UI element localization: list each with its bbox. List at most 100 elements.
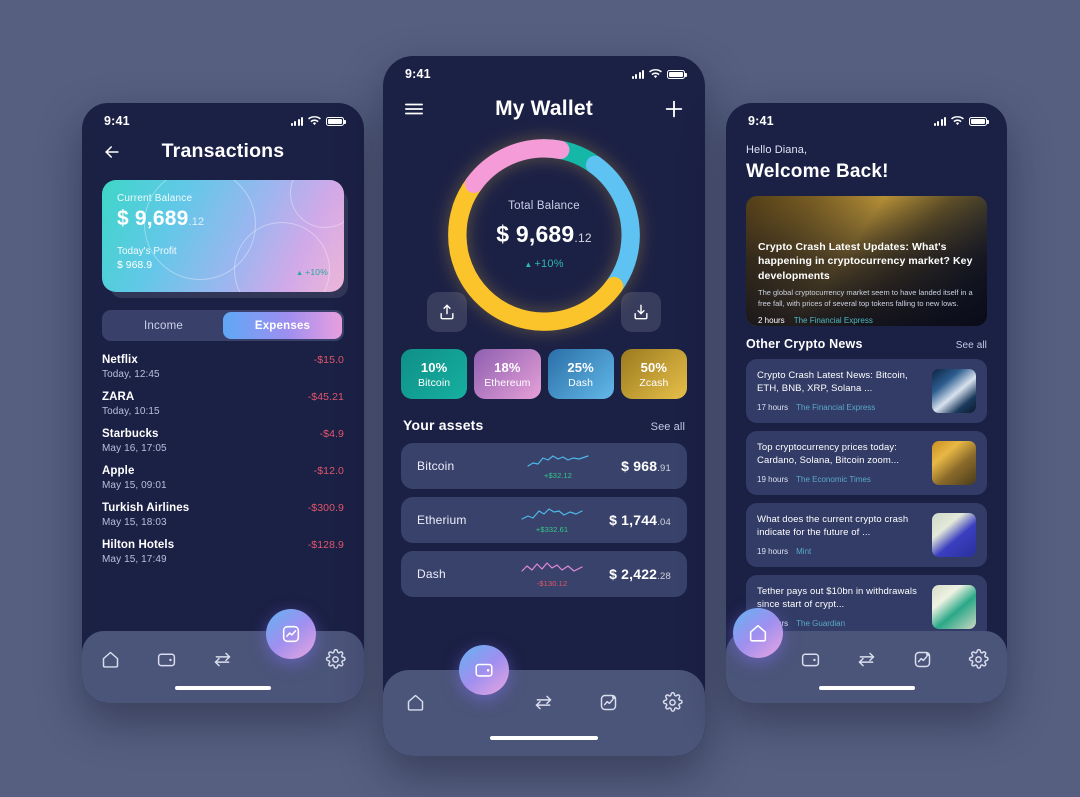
current-balance-card[interactable]: Current Balance $ 9,689.12 Today's Profi… [102, 180, 344, 292]
news-list: Crypto Crash Latest News: Bitcoin, ETH, … [726, 359, 1007, 639]
list-item[interactable]: What does the current crypto crash indic… [746, 503, 987, 567]
nav-item-swap[interactable] [849, 647, 883, 671]
total-balance-cents: .12 [574, 231, 592, 245]
transaction-amount: -$128.9 [307, 539, 344, 551]
table-row[interactable]: Turkish Airlines May 15, 18:03 -$300.9 [102, 502, 344, 528]
income-expenses-toggle[interactable]: Income Expenses [102, 310, 344, 341]
news-thumbnail [932, 513, 976, 557]
receive-icon [634, 304, 648, 320]
asset-sparkline: +$32.12 [495, 452, 621, 480]
home-indicator [175, 686, 271, 690]
status-bar: 9:41 [82, 103, 364, 132]
transaction-date: Today, 10:15 [102, 406, 160, 417]
transaction-name: Starbucks [102, 428, 159, 440]
chip-dash[interactable]: 25% Dash [547, 349, 614, 399]
list-item[interactable]: Dash -$130.12 $ 2,422.28 [401, 551, 687, 597]
news-meta: 19 hours Mint [757, 547, 923, 556]
table-row[interactable]: Starbucks May 16, 17:05 -$4.9 [102, 428, 344, 454]
donut-center-label: Total Balance $ 9,689.12 ▲ +10% [444, 135, 644, 335]
chart-icon [914, 651, 931, 667]
table-row[interactable]: Netflix Today, 12:45 -$15.0 [102, 354, 344, 380]
home-indicator [490, 736, 598, 740]
fab-chart[interactable] [266, 609, 316, 659]
list-item[interactable]: Bitcoin +$32.12 $ 968.91 [401, 443, 687, 489]
nav-item-settings[interactable] [656, 690, 690, 714]
list-item[interactable]: Crypto Crash Latest News: Bitcoin, ETH, … [746, 359, 987, 423]
chip-pct: 50% [640, 359, 668, 375]
nav-item-chart[interactable] [906, 647, 940, 671]
settings-icon [663, 691, 683, 712]
asset-delta: -$130.12 [536, 579, 568, 588]
toggle-income[interactable]: Income [104, 312, 223, 339]
table-row[interactable]: Hilton Hotels May 15, 17:49 -$128.9 [102, 539, 344, 565]
nav-item-settings[interactable] [962, 647, 996, 671]
assets-title: Your assets [403, 417, 484, 433]
wifi-icon [951, 116, 964, 126]
news-title: Crypto Crash Latest News: Bitcoin, ETH, … [757, 370, 908, 395]
nav-item-wallet[interactable] [150, 647, 184, 671]
bottom-nav [726, 608, 1007, 703]
chip-name: Zcash [639, 376, 669, 389]
transaction-amount: -$300.9 [307, 502, 344, 514]
transactions-phone: 9:41 Transactions Current Balance $ 9,68… [82, 103, 364, 703]
greeting-welcome: Welcome Back! [746, 161, 889, 182]
wallet-icon [801, 653, 819, 666]
news-thumbnail [932, 441, 976, 485]
list-item[interactable]: Etherium +$332.61 $ 1,744.04 [401, 497, 687, 543]
featured-news-source: The Financial Express [793, 316, 873, 326]
transaction-name: Turkish Airlines [102, 502, 190, 514]
news-thumbnail [932, 585, 976, 629]
list-item[interactable]: Top cryptocurrency prices today: Cardano… [746, 431, 987, 495]
hamburger-icon[interactable] [403, 100, 425, 118]
page-title: My Wallet [495, 97, 593, 120]
trend-up-icon: ▲ [296, 270, 304, 277]
news-title: What does the current crypto crash indic… [757, 514, 909, 539]
transactions-header: Transactions [82, 132, 364, 163]
news-title: Tether pays out $10bn in withdrawals sin… [757, 586, 917, 611]
chip-bitcoin[interactable]: 10% Bitcoin [401, 349, 468, 399]
featured-news-card[interactable]: Crypto Crash Latest Updates: What's happ… [746, 196, 987, 326]
back-icon[interactable] [102, 142, 122, 162]
nav-item-swap[interactable] [527, 690, 561, 714]
status-icons [933, 116, 989, 126]
nav-item-swap[interactable] [206, 647, 240, 671]
news-text: Tether pays out $10bn in withdrawals sin… [757, 585, 923, 628]
nav-item-home[interactable] [93, 647, 127, 671]
nav-item-settings[interactable] [319, 647, 353, 671]
news-time: 19 hours [757, 546, 789, 556]
assets-see-all[interactable]: See all [651, 421, 685, 433]
status-bar: 9:41 [726, 103, 1007, 132]
news-source: The Financial Express [796, 402, 876, 412]
receive-button[interactable] [621, 292, 661, 332]
status-time: 9:41 [104, 114, 130, 128]
chart-icon [282, 625, 300, 643]
toggle-expenses[interactable]: Expenses [223, 312, 342, 339]
news-meta: 19 hours The Economic Times [757, 475, 923, 484]
news-see-all[interactable]: See all [956, 340, 987, 351]
nav-item-chart[interactable] [591, 690, 625, 714]
table-row[interactable]: ZARA Today, 10:15 -$45.21 [102, 391, 344, 417]
total-change-badge: ▲ +10% [524, 258, 564, 270]
sparkline-up-icon [521, 508, 583, 520]
send-button[interactable] [427, 292, 467, 332]
table-row[interactable]: Apple May 15, 09:01 -$12.0 [102, 465, 344, 491]
allocation-chips: 10% Bitcoin 18% Ethereum 25% Dash 50% Zc… [383, 349, 705, 399]
fab-home[interactable] [733, 608, 783, 658]
nav-item-wallet[interactable] [793, 647, 827, 671]
trend-up-icon: ▲ [524, 260, 533, 269]
chip-pct: 25% [567, 359, 594, 375]
featured-news-time: 2 hours [758, 316, 785, 326]
news-text: Crypto Crash Latest News: Bitcoin, ETH, … [757, 369, 923, 412]
nav-item-home[interactable] [398, 690, 432, 714]
chip-zcash[interactable]: 50% Zcash [620, 349, 687, 399]
sparkline-up-icon [527, 455, 589, 467]
news-phone: 9:41 Hello Diana, Welcome Back! Crypto C… [726, 103, 1007, 703]
asset-price-cents: .28 [657, 571, 671, 582]
wallet-icon [475, 663, 493, 677]
plus-icon[interactable] [663, 98, 685, 120]
chip-ethereum[interactable]: 18% Ethereum [474, 349, 541, 399]
news-section-header: Other Crypto News See all [726, 337, 1007, 351]
fab-wallet[interactable] [459, 645, 509, 695]
wallet-header: My Wallet [383, 85, 705, 121]
total-balance-label: Total Balance [508, 200, 580, 212]
